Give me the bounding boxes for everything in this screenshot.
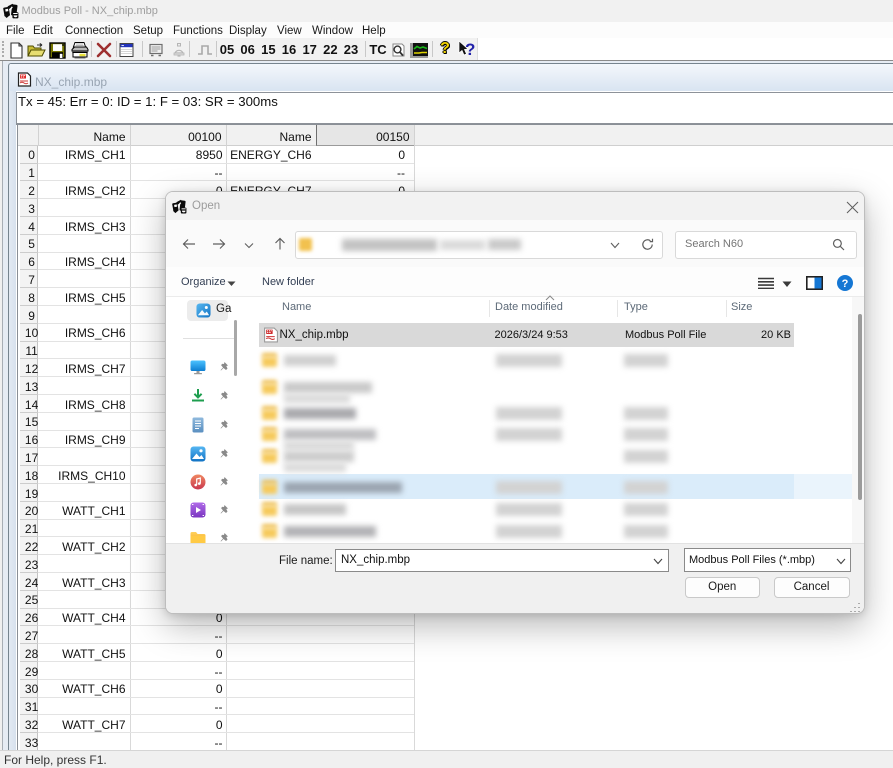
svg-text:?: ? [842,278,849,290]
